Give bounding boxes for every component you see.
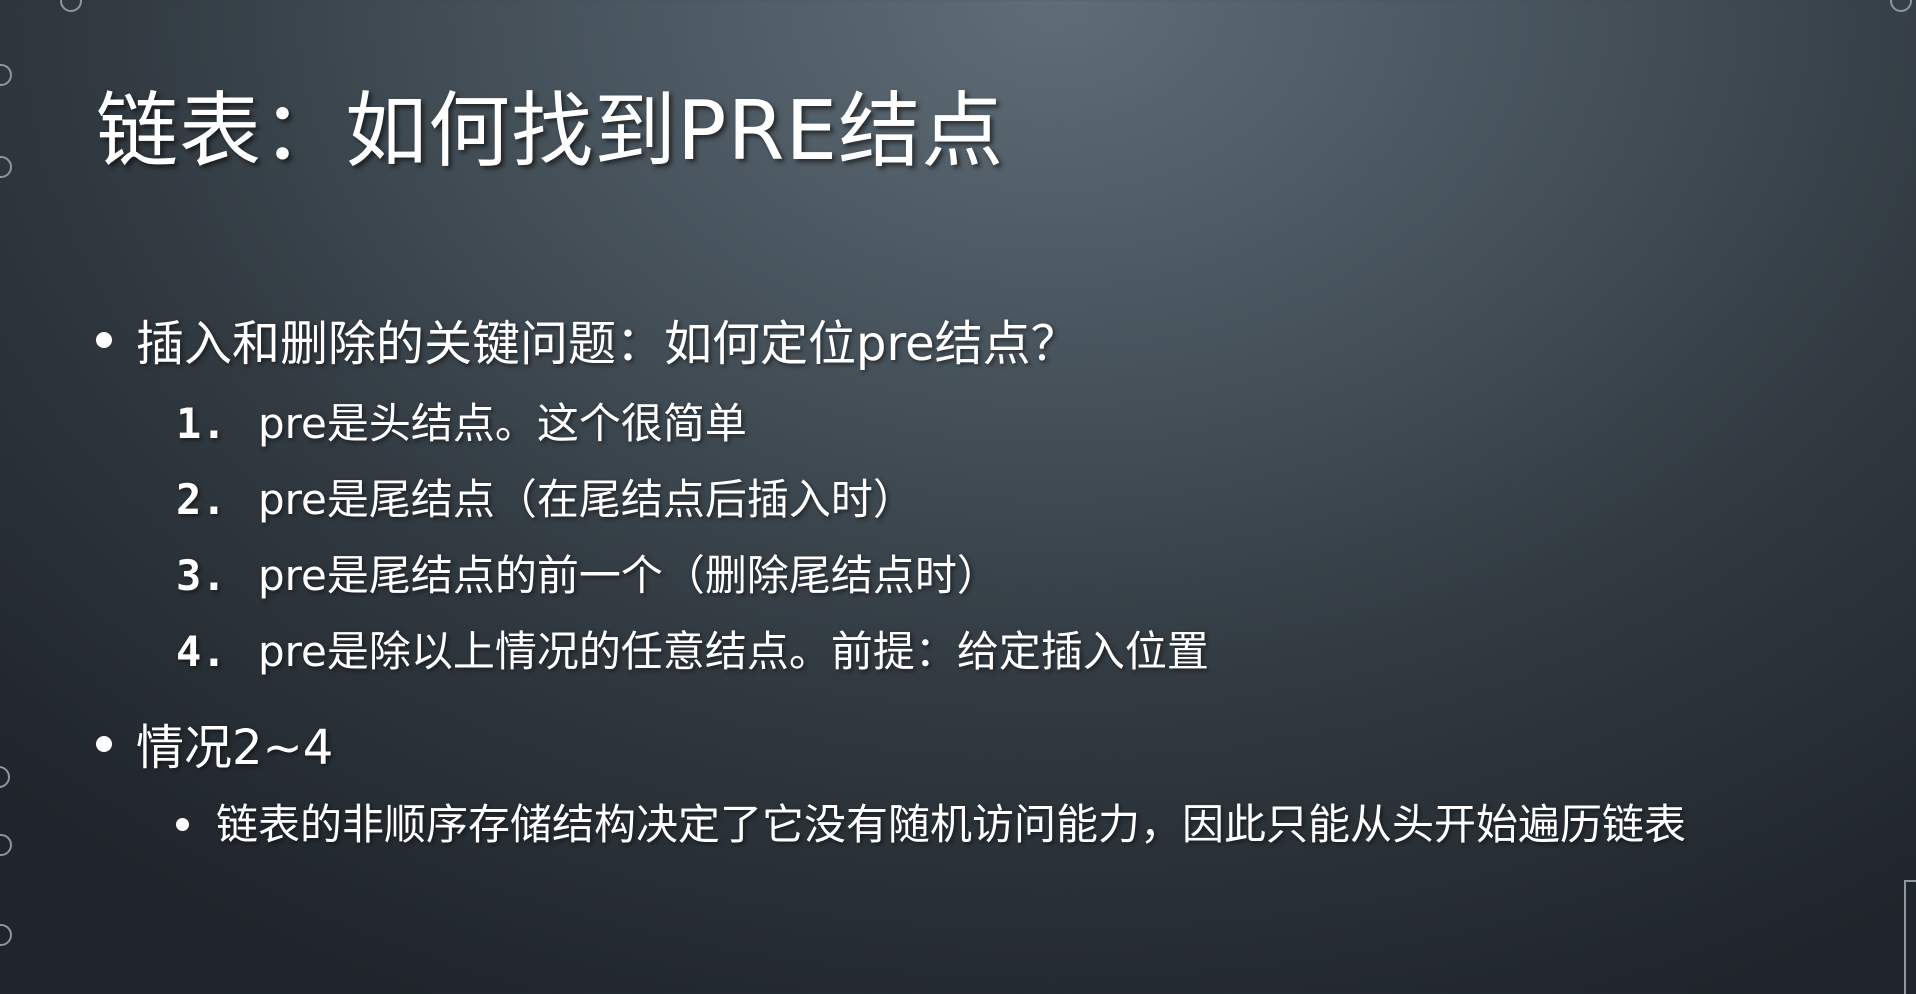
list-item-text: pre是除以上情况的任意结点。前提：给定插入位置 [258,627,1209,676]
list-item-number: 4. [176,627,227,676]
sub-bullet-traversal: 链表的非顺序存储结构决定了它没有随机访问能力，因此只能从头开始遍历链表 [176,792,1876,858]
bullet-text: 插入和删除的关键问题：如何定位pre结点？ [136,316,1079,372]
bullet-cases: 情况2~4 [96,712,1876,784]
list-item: 4. pre是除以上情况的任意结点。前提：给定插入位置 [176,614,1876,690]
bullet-dot [96,332,112,348]
sub-bullet-text: 链表的非顺序存储结构决定了它没有随机访问能力，因此只能从头开始遍历链表 [216,800,1687,849]
decor-circle-left-3 [0,766,10,788]
bullet-locate-pre: 插入和删除的关键问题：如何定位pre结点？ [96,308,1876,380]
list-item: 3. pre是尾结点的前一个（删除尾结点时） [176,538,1876,614]
list-item: 1. pre是头结点。这个很简单 [176,386,1876,462]
decor-circle-left-1 [0,64,12,86]
list-item: 2. pre是尾结点（在尾结点后插入时） [176,462,1876,538]
decor-circle-left-2 [0,156,12,178]
slide-title: 链表：如何找到PRE结点 [96,84,1005,179]
decor-circle-left-4 [0,834,12,856]
decor-circle-top [60,0,82,12]
numbered-list: 1. pre是头结点。这个很简单 2. pre是尾结点（在尾结点后插入时） 3. pr… [96,386,1876,690]
bullet-dot [96,736,112,752]
slide-content: 插入和删除的关键问题：如何定位pre结点？ 1. pre是头结点。这个很简单 2.… [96,308,1876,858]
decor-circle-top-right [1890,0,1912,12]
list-item-number: 2. [176,475,227,524]
decor-line-right [1904,880,1916,994]
bullet-text: 情况2~4 [136,720,334,776]
list-item-text: pre是头结点。这个很简单 [258,399,747,448]
list-item-text: pre是尾结点的前一个（删除尾结点时） [258,551,999,600]
sub-bullet-dot [176,818,189,831]
list-item-text: pre是尾结点（在尾结点后插入时） [258,475,915,524]
list-item-number: 3. [176,551,227,600]
decor-circle-left-5 [0,924,12,946]
list-item-number: 1. [176,399,227,448]
